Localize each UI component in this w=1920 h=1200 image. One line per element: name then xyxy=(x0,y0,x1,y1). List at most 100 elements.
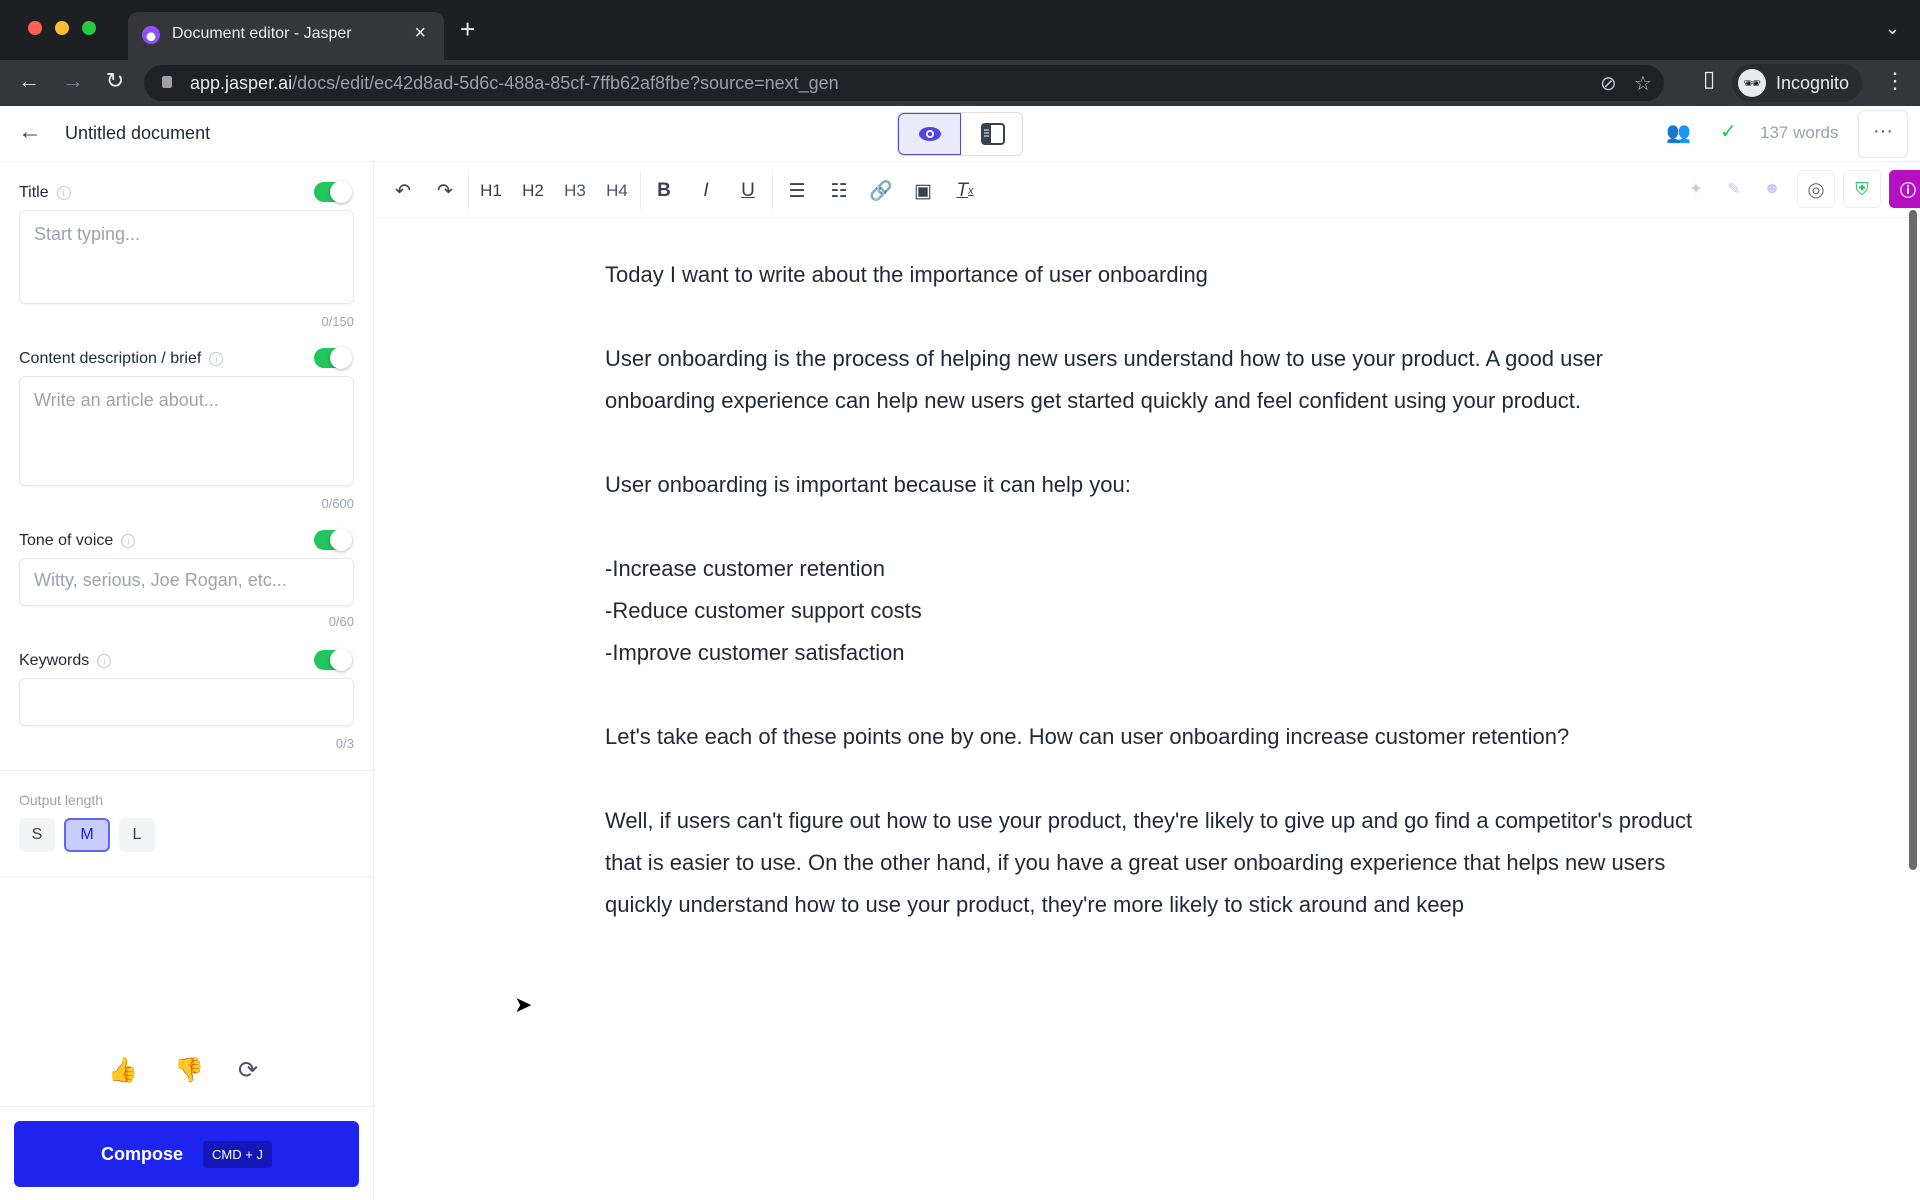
pencil-icon[interactable]: ✎ xyxy=(1715,170,1753,208)
smiley-icon[interactable]: ☻ xyxy=(1753,170,1791,208)
heading-2-button[interactable]: H2 xyxy=(517,175,549,207)
minimize-window-button[interactable] xyxy=(55,21,69,35)
document-paragraph[interactable] xyxy=(605,296,1695,338)
document-paragraph[interactable] xyxy=(605,506,1695,548)
back-icon[interactable]: ← xyxy=(14,68,44,94)
keywords-count: 0/3 xyxy=(335,736,354,751)
browser-tab[interactable]: Document editor - Jasper × xyxy=(128,12,444,60)
keywords-toggle[interactable] xyxy=(314,649,352,671)
maximize-window-button[interactable] xyxy=(82,21,96,35)
tab-title: Document editor - Jasper xyxy=(172,25,352,42)
address-bar[interactable]: app.jasper.ai/docs/edit/ec42d8ad-5d6c-48… xyxy=(144,65,1664,101)
sparkle-icon[interactable]: ✦ xyxy=(1677,170,1715,208)
keywords-label: Keywords i xyxy=(19,652,112,670)
browser-chrome: Document editor - Jasper × + ⌄ ← → ↻ app… xyxy=(0,0,1920,106)
layout-sidebar-icon xyxy=(980,123,1005,145)
tone-label: Tone of voice i xyxy=(19,532,136,550)
incognito-icon: 🕶 xyxy=(1738,69,1766,97)
document-paragraph[interactable]: Let's take each of these points one by o… xyxy=(605,716,1695,758)
close-window-button[interactable] xyxy=(28,21,42,35)
eye-off-icon[interactable]: ⊘ xyxy=(1600,71,1617,96)
forward-icon[interactable]: → xyxy=(58,68,88,94)
brief-toggle[interactable] xyxy=(314,347,352,369)
more-options-button[interactable]: ··· xyxy=(1858,110,1908,158)
heading-1-button[interactable]: H1 xyxy=(475,175,507,207)
document-paragraph[interactable]: Today I want to write about the importan… xyxy=(605,254,1695,296)
link-icon[interactable]: 🔗 xyxy=(865,175,897,207)
info-icon[interactable]: i xyxy=(56,185,71,200)
thumbs-up-icon[interactable]: 👍 xyxy=(108,1056,138,1085)
tone-input[interactable] xyxy=(19,558,354,606)
document-title[interactable]: Untitled document xyxy=(65,123,210,144)
length-l-button[interactable]: L xyxy=(119,818,155,852)
brief-label: Content description / brief i xyxy=(19,350,224,368)
keywords-input[interactable] xyxy=(19,678,354,726)
lock-icon xyxy=(162,76,172,88)
thumbs-down-icon[interactable]: 👎 xyxy=(174,1056,204,1085)
title-toggle[interactable] xyxy=(314,181,352,203)
divider xyxy=(0,876,373,877)
tone-toggle[interactable] xyxy=(314,529,352,551)
document-editor[interactable]: Today I want to write about the importan… xyxy=(605,254,1695,926)
tab-search-chevron-icon[interactable]: ⌄ xyxy=(1885,18,1900,39)
tab-bar: Document editor - Jasper × + ⌄ xyxy=(0,0,1920,60)
editor-scrollbar[interactable] xyxy=(1909,210,1917,870)
side-panel-icon[interactable]: ▯ xyxy=(1694,66,1724,92)
bold-button[interactable]: B xyxy=(648,175,680,207)
title-label: Title i xyxy=(19,184,71,202)
length-s-button[interactable]: S xyxy=(19,818,55,852)
image-icon[interactable]: ▣ xyxy=(907,175,939,207)
document-paragraph[interactable]: User onboarding is important because it … xyxy=(605,464,1695,506)
compose-button[interactable]: Compose CMD + J xyxy=(14,1121,359,1187)
regenerate-icon[interactable]: ⟳ xyxy=(238,1056,258,1085)
app-header: ← Untitled document 👥 ✓ 137 words ··· xyxy=(0,106,1920,162)
bookmark-star-icon[interactable]: ☆ xyxy=(1634,71,1652,96)
info-panel-icon[interactable]: ⓘ xyxy=(1889,170,1920,208)
info-icon[interactable]: i xyxy=(209,351,224,366)
divider xyxy=(0,1106,373,1107)
collaborators-icon[interactable]: 👥 xyxy=(1666,120,1691,145)
clear-format-icon[interactable]: Tx xyxy=(949,175,981,207)
heading-3-button[interactable]: H3 xyxy=(559,175,591,207)
info-icon[interactable]: i xyxy=(121,533,136,548)
info-icon[interactable]: i xyxy=(97,653,112,668)
saved-check-icon: ✓ xyxy=(1720,121,1737,143)
new-tab-button[interactable]: + xyxy=(460,14,475,45)
italic-button[interactable]: I xyxy=(690,175,722,207)
document-paragraph[interactable]: Well, if users can't figure out how to u… xyxy=(605,800,1695,926)
document-paragraph[interactable]: -Reduce customer support costs xyxy=(605,590,1695,632)
output-length-label: Output length xyxy=(19,792,104,808)
url-text: app.jasper.ai/docs/edit/ec42d8ad-5d6c-48… xyxy=(190,73,839,93)
incognito-profile[interactable]: 🕶 Incognito xyxy=(1732,64,1862,102)
reload-icon[interactable]: ↻ xyxy=(100,68,130,94)
document-paragraph[interactable] xyxy=(605,758,1695,800)
editor-toolbar: ↶ ↷ H1 H2 H3 H4 B I U ☰ ☷ 🔗 ▣ Tx ✦ ✎ ☻ ◎… xyxy=(375,162,1920,218)
redo-icon[interactable]: ↷ xyxy=(429,175,461,207)
preview-view-button[interactable] xyxy=(898,113,961,155)
close-tab-icon[interactable]: × xyxy=(414,22,426,45)
browser-menu-icon[interactable]: ⋮ xyxy=(1884,68,1906,94)
title-input[interactable] xyxy=(19,210,354,304)
back-arrow-icon[interactable]: ← xyxy=(18,118,42,146)
document-paragraph[interactable]: -Increase customer retention xyxy=(605,548,1695,590)
nav-bar: ← → ↻ app.jasper.ai/docs/edit/ec42d8ad-5… xyxy=(0,60,1920,106)
sidebar-layout-button[interactable] xyxy=(961,113,1022,155)
eye-icon xyxy=(918,127,941,141)
length-m-button[interactable]: M xyxy=(64,818,110,852)
undo-icon[interactable]: ↶ xyxy=(387,175,419,207)
tone-count: 0/60 xyxy=(328,614,354,629)
grammarly-icon[interactable]: ◎ xyxy=(1797,170,1835,208)
mouse-cursor-icon: ➤ xyxy=(514,992,533,1017)
bullet-list-icon[interactable]: ☷ xyxy=(823,175,855,207)
word-count: 137 words xyxy=(1760,123,1839,142)
plagiarism-shield-icon[interactable]: ⛨ xyxy=(1843,170,1881,208)
brief-input[interactable] xyxy=(19,376,354,486)
document-paragraph[interactable]: -Improve customer satisfaction xyxy=(605,632,1695,674)
underline-button[interactable]: U xyxy=(732,175,764,207)
toolbar-divider xyxy=(640,170,641,210)
heading-4-button[interactable]: H4 xyxy=(601,175,633,207)
document-paragraph[interactable] xyxy=(605,674,1695,716)
document-paragraph[interactable]: User onboarding is the process of helpin… xyxy=(605,338,1695,422)
ordered-list-icon[interactable]: ☰ xyxy=(781,175,813,207)
document-paragraph[interactable] xyxy=(605,422,1695,464)
